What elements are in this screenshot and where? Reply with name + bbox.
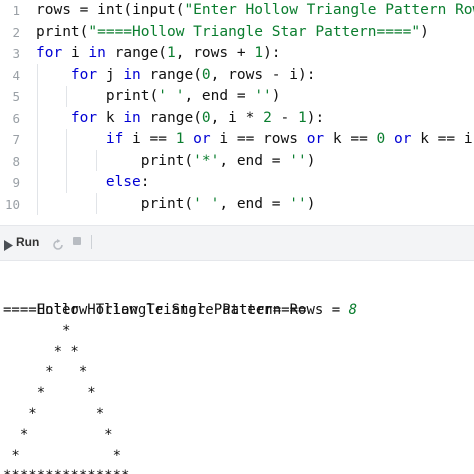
code-text[interactable]: print() <box>36 215 132 218</box>
line-number: 1 <box>12 3 20 18</box>
line-number: 5 <box>12 89 20 104</box>
code-line[interactable]: 11 print() <box>0 215 474 218</box>
code-line[interactable]: 3 for i in range(1, rows + 1): <box>0 43 474 65</box>
code-text[interactable]: print('*', end = '') <box>36 151 316 173</box>
code-text[interactable]: for k in range(0, i * 2 - 1): <box>36 108 324 130</box>
console-output-line: * * <box>3 426 113 443</box>
console-output-line: * * <box>3 447 122 464</box>
console-input-value: 8 <box>348 302 358 318</box>
play-icon[interactable] <box>4 236 13 255</box>
line-number: 11 <box>0 215 20 218</box>
code-text[interactable]: for i in range(1, rows + 1): <box>36 43 281 65</box>
code-line[interactable]: 6 for k in range(0, i * 2 - 1): <box>0 108 474 130</box>
line-number: 6 <box>12 110 20 126</box>
code-text[interactable]: for j in range(0, rows - i): <box>36 65 316 87</box>
console-output-line: * * <box>3 364 88 381</box>
stop-icon[interactable] <box>73 237 81 245</box>
toolbar-divider <box>91 235 92 249</box>
run-toolbar: Run <box>0 225 474 261</box>
code-line[interactable]: 7 if i == 1 or i == rows or k == 0 or k … <box>0 129 474 151</box>
console-output-line: *************** <box>3 466 129 474</box>
code-line[interactable]: 1 rows = int(input("Enter Hollow Triangle… <box>0 0 474 22</box>
code-line[interactable]: 2 print("====Hollow Triangle Star Pattern… <box>0 22 474 44</box>
console-output: Enter Hollow Triangle Pattern Rows = 8 =… <box>0 276 474 474</box>
line-number: 8 <box>12 153 20 169</box>
code-text[interactable]: print("====Hollow Triangle Star Pattern=… <box>36 22 429 44</box>
code-text[interactable]: else: <box>36 172 150 194</box>
refresh-icon[interactable] <box>52 236 64 255</box>
console-output-line: * <box>3 322 71 339</box>
code-editor[interactable]: 1 rows = int(input("Enter Hollow Triangle… <box>0 0 474 218</box>
code-text[interactable]: print(' ', end = '') <box>36 86 281 108</box>
code-line[interactable]: 9 else: <box>0 172 474 194</box>
line-number: 4 <box>12 67 20 83</box>
code-text[interactable]: print(' ', end = '') <box>36 194 316 216</box>
code-line[interactable]: 5 print(' ', end = '') <box>0 86 474 108</box>
code-line[interactable]: 4 for j in range(0, rows - i): <box>0 65 474 87</box>
code-line[interactable]: 8 print('*', end = '') <box>0 151 474 173</box>
console-header-line: ====Hollow Triangle Star Pattern==== <box>3 302 307 318</box>
line-number: 9 <box>12 175 20 190</box>
line-number: 3 <box>12 46 20 61</box>
code-line[interactable]: 10 print(' ', end = '') <box>0 194 474 216</box>
console-output-line: * * <box>3 343 79 360</box>
console-output-line: * * <box>3 406 105 422</box>
code-text[interactable]: rows = int(input("Enter Hollow Triangle … <box>36 0 474 22</box>
line-number: 10 <box>4 196 20 212</box>
line-number: 2 <box>12 24 20 40</box>
console-output-line: * * <box>3 385 96 402</box>
code-text[interactable]: if i == 1 or i == rows or k == 0 or k ==… <box>36 129 474 151</box>
line-number: 7 <box>12 132 20 147</box>
run-button[interactable]: Run <box>16 235 39 249</box>
